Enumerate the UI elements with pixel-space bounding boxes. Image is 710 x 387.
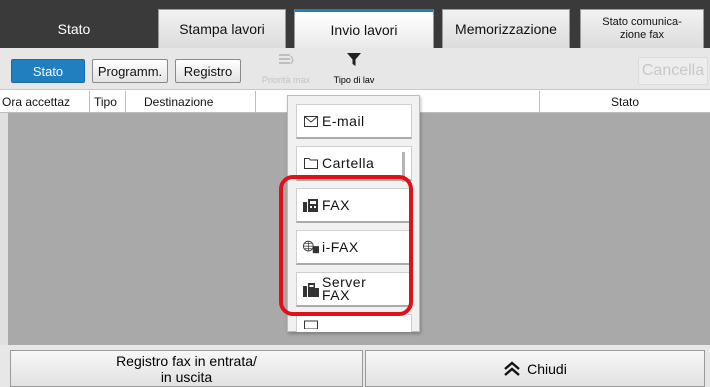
dropdown-item-email[interactable]: E-mail: [296, 104, 412, 139]
col-ora-accettaz[interactable]: Ora accettaz: [0, 91, 90, 113]
filter-tool[interactable]: Tipo di lav: [324, 52, 384, 88]
folder-icon: [303, 155, 319, 171]
fax-log-button[interactable]: Registro fax in entrata/ in uscita: [10, 350, 363, 387]
dropdown-item-partial[interactable]: [296, 314, 412, 332]
programmati-button[interactable]: Programm.: [92, 59, 168, 83]
tab-stato-comunicazione-fax[interactable]: Stato comunica- zione fax: [580, 9, 704, 48]
col-stato[interactable]: Stato: [540, 91, 710, 113]
priority-label: Priorità max: [261, 75, 310, 85]
close-label: Chiudi: [527, 360, 567, 377]
tab-stampa-lavori[interactable]: Stampa lavori: [158, 9, 286, 48]
cartella-label: Cartella: [322, 155, 375, 171]
cancel-button[interactable]: Cancella: [638, 57, 708, 85]
close-button[interactable]: Chiudi: [365, 350, 705, 387]
table-body-edge: [0, 113, 8, 345]
chevron-up-icon: [503, 360, 521, 377]
priority-icon: [278, 52, 294, 73]
filter-label: Tipo di lav: [333, 75, 375, 85]
checkbox-icon: [303, 316, 319, 332]
tab-memorizzazione[interactable]: Memorizzazione: [442, 9, 570, 48]
email-label: E-mail: [322, 113, 365, 129]
red-highlight-frame: [279, 175, 413, 316]
registro-button[interactable]: Registro: [175, 59, 241, 83]
col-tipo[interactable]: Tipo: [90, 91, 126, 113]
tab-invio-lavori[interactable]: Invio lavori: [294, 9, 434, 48]
priority-tool[interactable]: Priorità max: [256, 52, 316, 88]
envelope-icon: [303, 113, 319, 129]
job-status-screen: Stato Stampa lavori Invio lavori Memoriz…: [0, 0, 710, 387]
filter-icon: [346, 52, 362, 73]
tab-stato[interactable]: Stato: [10, 9, 138, 48]
stato-button[interactable]: Stato: [11, 59, 85, 83]
col-destinazione[interactable]: Destinazione: [126, 91, 256, 113]
